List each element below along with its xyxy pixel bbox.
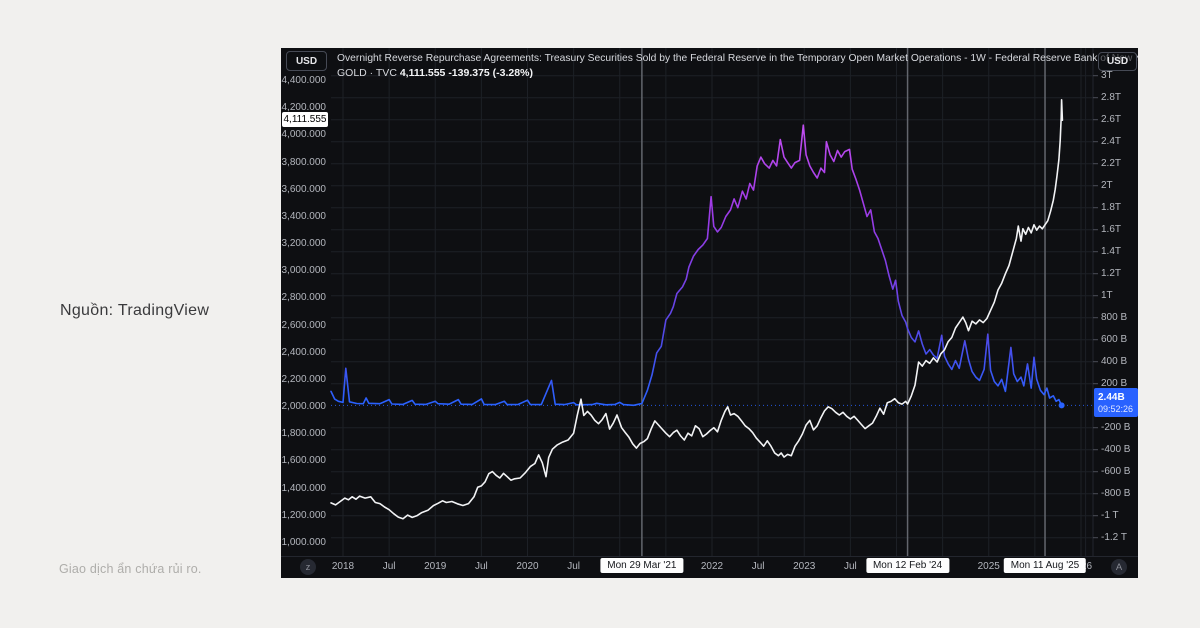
time-axis-tick-label: 2019 xyxy=(424,561,446,573)
left-axis-tick-label: 1,200.000 xyxy=(281,510,326,522)
timezone-badge[interactable]: z xyxy=(300,559,316,575)
time-axis-tick-label: Jul xyxy=(752,561,765,573)
gold-title-row[interactable]: GOLD · TVC 4,111.555 -139.375 (-3.28%) xyxy=(337,67,533,79)
right-axis-tick-label: -200 B xyxy=(1101,422,1130,434)
left-axis-tick-label: 3,200.000 xyxy=(281,238,326,250)
auto-scale-badge[interactable]: A xyxy=(1111,559,1127,575)
gold-change: -139.375 (-3.28%) xyxy=(448,67,533,79)
time-axis-tick-label: Jul xyxy=(383,561,396,573)
right-axis-tick-label: 1.2T xyxy=(1101,268,1121,280)
gold-current-price-label: 4,111.555 xyxy=(282,112,328,127)
left-axis-tick-label: 2,400.000 xyxy=(281,347,326,359)
right-axis-tick-label: 2.8T xyxy=(1101,92,1121,104)
left-axis-tick-label: 2,000.000 xyxy=(281,401,326,413)
gold-last-value: 4,111.555 xyxy=(400,67,446,79)
left-axis-tick-label: 1,800.000 xyxy=(281,428,326,440)
left-scale-currency-button[interactable]: USD xyxy=(286,51,327,71)
time-axis-tick-label: 2022 xyxy=(701,561,723,573)
right-axis-tick-label: 3T xyxy=(1101,70,1113,82)
right-axis-tick-label: 1.6T xyxy=(1101,224,1121,236)
risk-disclaimer: Giao dịch ẩn chứa rủi ro. xyxy=(59,562,202,576)
right-scale-currency-button[interactable]: USD xyxy=(1098,52,1137,71)
source-caption: Nguồn: TradingView xyxy=(60,302,209,320)
right-axis-tick-label: 2.4T xyxy=(1101,136,1121,148)
time-axis-tick-label: Jul xyxy=(567,561,580,573)
right-axis-tick-label: 1T xyxy=(1101,290,1113,302)
right-axis-tick-label: 400 B xyxy=(1101,356,1127,368)
time-axis-tick-label: 2025 xyxy=(978,561,1000,573)
gold-symbol: GOLD · TVC xyxy=(337,67,397,79)
rrp-current-value: 2.44B xyxy=(1098,392,1138,404)
right-axis-tick-label: 2T xyxy=(1101,180,1113,192)
time-axis-tick-label: Jul xyxy=(844,561,857,573)
left-axis-tick-label: 1,000.000 xyxy=(281,537,326,549)
left-axis-tick-label: 2,800.000 xyxy=(281,292,326,304)
right-axis-tick-label: 2.2T xyxy=(1101,158,1121,170)
right-axis-tick-label: 1.8T xyxy=(1101,202,1121,214)
left-axis-tick-label: 1,400.000 xyxy=(281,483,326,495)
rrp-series-title: Overnight Reverse Repurchase Agreements:… xyxy=(337,53,1138,64)
left-axis-tick-label: 3,400.000 xyxy=(281,211,326,223)
time-axis-tick-label: Jul xyxy=(475,561,488,573)
left-axis-tick-label: 4,000.000 xyxy=(281,129,326,141)
right-axis-tick-label: 600 B xyxy=(1101,334,1127,346)
right-axis-tick-label: 2.6T xyxy=(1101,114,1121,126)
left-axis-tick-label: 4,400.000 xyxy=(281,75,326,87)
right-axis-tick-label: 1.4T xyxy=(1101,246,1121,258)
right-axis-tick-label: -600 B xyxy=(1101,466,1130,478)
symbol-title-row[interactable]: Overnight Reverse Repurchase Agreements:… xyxy=(337,53,1138,64)
chart-plot[interactable] xyxy=(281,48,1138,578)
time-axis-tick-label: 2020 xyxy=(516,561,538,573)
right-axis-tick-label: -1 T xyxy=(1101,510,1119,522)
left-axis-tick-label: 2,600.000 xyxy=(281,320,326,332)
event-date-marker: Mon 11 Aug '25 xyxy=(1004,558,1086,573)
right-axis-tick-label: -400 B xyxy=(1101,444,1130,456)
event-date-marker: Mon 29 Mar '21 xyxy=(600,558,683,573)
right-axis-tick-label: -800 B xyxy=(1101,488,1130,500)
right-axis-tick-label: -1.2 T xyxy=(1101,532,1127,544)
left-axis-tick-label: 3,000.000 xyxy=(281,265,326,277)
rrp-current-price-label: 2.44B 09:52:26 xyxy=(1094,388,1138,417)
left-axis-tick-label: 3,600.000 xyxy=(281,184,326,196)
time-axis-tick-label: 2018 xyxy=(332,561,354,573)
tradingview-chart: USD USD Overnight Reverse Repurchase Agr… xyxy=(281,48,1138,578)
time-axis-tick-label: 2023 xyxy=(793,561,815,573)
left-axis-tick-label: 1,600.000 xyxy=(281,455,326,467)
event-date-marker: Mon 12 Feb '24 xyxy=(866,558,949,573)
left-axis-tick-label: 3,800.000 xyxy=(281,157,326,169)
rrp-current-time: 09:52:26 xyxy=(1098,404,1138,414)
left-axis-tick-label: 2,200.000 xyxy=(281,374,326,386)
right-axis-tick-label: 800 B xyxy=(1101,312,1127,324)
